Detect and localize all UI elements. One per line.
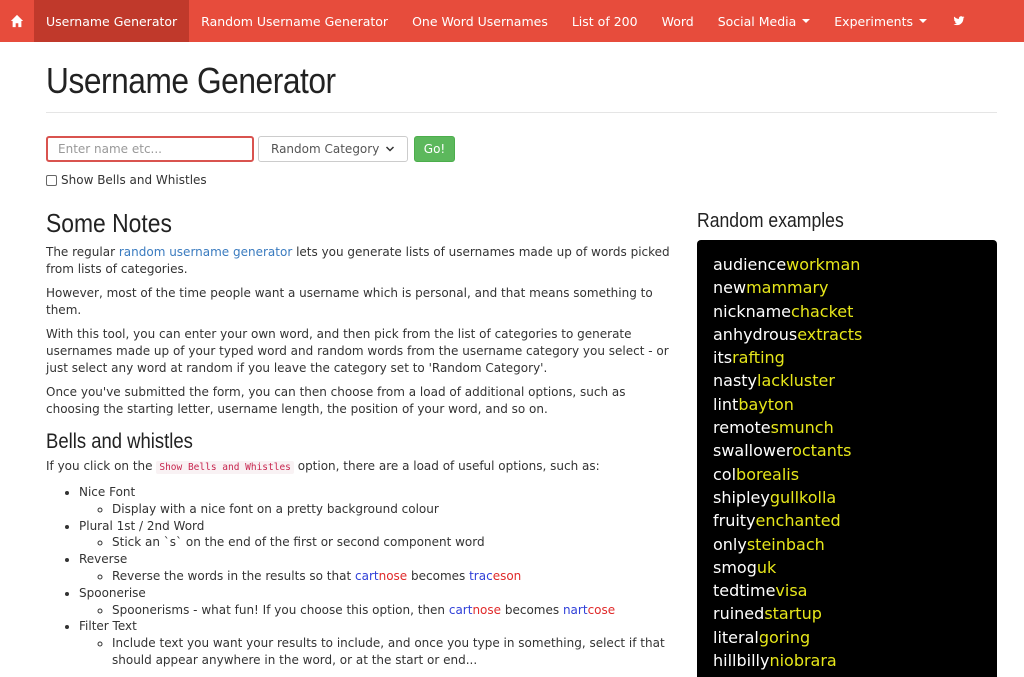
bells-whistles-toggle[interactable]: Show Bells and Whistles	[46, 173, 207, 187]
examples-box: audienceworkman newmammary nicknamechack…	[697, 240, 997, 677]
go-button[interactable]: Go!	[414, 136, 455, 162]
option-item: Reverse Reverse the words in the results…	[79, 551, 676, 585]
example-username[interactable]: itsrafting	[713, 346, 981, 369]
nav-username-generator[interactable]: Username Generator	[34, 0, 190, 42]
bells-checkbox[interactable]	[46, 174, 57, 186]
notes-paragraph: Once you've submitted the form, you can …	[46, 385, 626, 416]
option-item: Filter Text Include text you want your r…	[79, 618, 676, 668]
example-username[interactable]: newmammary	[713, 276, 981, 299]
example-username[interactable]: audienceworkman	[713, 253, 981, 276]
example-username[interactable]: colborealis	[713, 463, 981, 486]
examples-heading: Random examples	[697, 210, 844, 232]
nav-social-media-dropdown[interactable]: Social Media	[706, 0, 823, 42]
nav-one-word-usernames[interactable]: One Word Usernames	[400, 0, 560, 42]
example-username[interactable]: literalgoring	[713, 626, 981, 649]
example-username[interactable]: shipleygullkolla	[713, 486, 981, 509]
example-username[interactable]: fruityenchanted	[713, 509, 981, 532]
bells-intro: If you click on the Show Bells and Whist…	[46, 458, 600, 474]
option-desc: Display with a nice font on a pretty bac…	[112, 501, 676, 518]
example-username[interactable]: swalloweroctants	[713, 439, 981, 462]
nav-list-of-200[interactable]: List of 200	[560, 0, 650, 42]
notes-paragraph: However, most of the time people want a …	[46, 286, 653, 317]
option-desc: Include text you want your results to in…	[112, 635, 676, 669]
option-desc: Stick an `s` on the end of the first or …	[112, 534, 676, 551]
option-item: Spoonerise Spoonerisms - what fun! If yo…	[79, 585, 676, 619]
bells-code: Show Bells and Whistles	[156, 460, 294, 474]
example-username[interactable]: lintbayton	[713, 393, 981, 416]
page-title: Username Generator	[46, 60, 336, 101]
select-chevron-icon	[385, 146, 395, 152]
example-username[interactable]: smoguk	[713, 556, 981, 579]
bells-label: Show Bells and Whistles	[61, 173, 207, 187]
nav-experiments-dropdown[interactable]: Experiments	[822, 0, 939, 42]
example-username[interactable]: hillbillyniobrara	[713, 649, 981, 672]
name-input[interactable]	[46, 136, 254, 162]
caret-down-icon	[802, 19, 811, 23]
caret-down-icon	[919, 19, 928, 23]
random-username-generator-link[interactable]: random username generator	[119, 245, 292, 259]
example-username[interactable]: ruinedstartup	[713, 602, 981, 625]
option-item: Nice Font Display with a nice font on a …	[79, 484, 676, 518]
bells-heading: Bells and whistles	[46, 429, 193, 453]
example-username[interactable]: anhydrousextracts	[713, 323, 981, 346]
option-desc: Reverse the words in the results so that…	[112, 568, 676, 585]
nav-word[interactable]: Word	[650, 0, 706, 42]
twitter-icon[interactable]	[939, 0, 979, 42]
options-list: Nice Font Display with a nice font on a …	[79, 484, 676, 669]
home-icon[interactable]	[0, 0, 34, 42]
navbar: Username Generator Random Username Gener…	[0, 0, 1024, 42]
notes-paragraph: With this tool, you can enter your own w…	[46, 327, 669, 375]
notes-paragraph: The regular random username generator le…	[46, 245, 670, 276]
option-desc: Spoonerisms - what fun! If you choose th…	[112, 602, 676, 619]
example-username[interactable]: tedtimevisa	[713, 579, 981, 602]
notes-heading: Some Notes	[46, 208, 172, 238]
option-item: Plural 1st / 2nd Word Stick an `s` on th…	[79, 518, 676, 552]
nav-random-username-generator[interactable]: Random Username Generator	[189, 0, 400, 42]
example-username[interactable]: nicknamechacket	[713, 300, 981, 323]
category-select[interactable]: Random Category	[258, 136, 408, 162]
notes-section: Some Notes The regular random username g…	[46, 208, 676, 669]
example-username[interactable]: remotesmunch	[713, 416, 981, 439]
example-username[interactable]: onlysteinbach	[713, 533, 981, 556]
title-divider	[46, 112, 997, 113]
example-username[interactable]: nastylackluster	[713, 369, 981, 392]
